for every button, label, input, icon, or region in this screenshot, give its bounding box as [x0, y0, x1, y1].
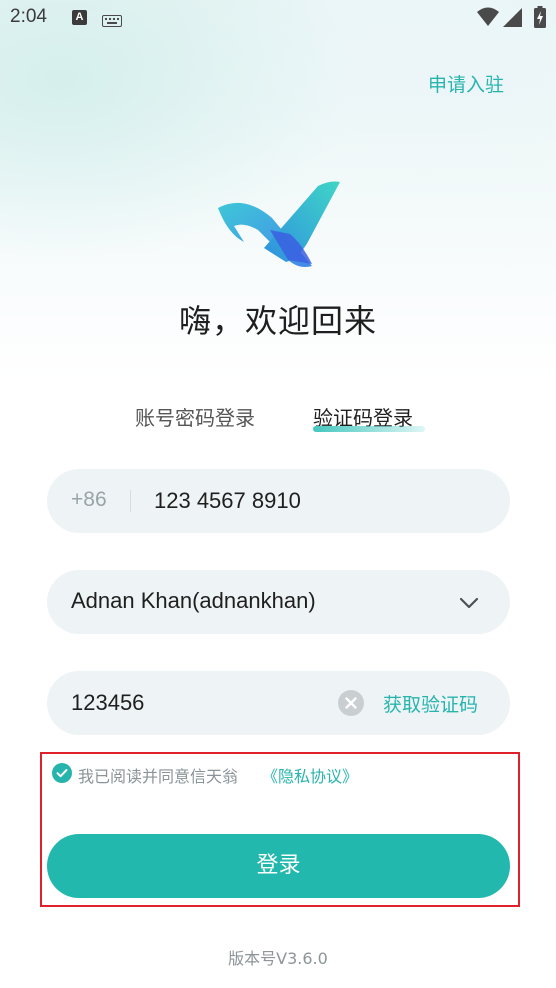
version-label: 版本号V3.6.0 — [228, 949, 328, 968]
verification-code-field: 获取验证码 — [47, 671, 510, 735]
tab-password-login[interactable]: 账号密码登录 — [135, 402, 255, 431]
account-selected-value: Adnan Khan(adnankhan) — [71, 588, 316, 613]
active-tab-indicator — [313, 426, 425, 432]
text-notification-icon: A — [72, 10, 87, 25]
login-button[interactable]: 登录 — [47, 834, 510, 898]
country-code[interactable]: +86 — [71, 488, 107, 512]
account-select[interactable]: Adnan Khan(adnankhan) — [47, 570, 510, 634]
chevron-down-icon — [459, 594, 479, 613]
phone-input[interactable] — [154, 469, 454, 533]
welcome-heading: 嗨，欢迎回来 — [178, 302, 377, 340]
status-time: 2:04 — [10, 6, 47, 27]
signal-icon — [503, 8, 523, 31]
phone-field: +86 — [47, 469, 510, 533]
battery-icon — [534, 6, 546, 32]
clear-icon[interactable] — [338, 690, 364, 716]
agreement-checkbox[interactable] — [52, 763, 72, 783]
app-logo — [214, 178, 344, 274]
login-screen: 2:04 A 申请入驻 嗨，欢迎回来 账号密码登录 验证码登录 +86 123 … — [0, 0, 556, 988]
verification-code-input[interactable] — [71, 671, 331, 735]
get-code-button[interactable]: 获取验证码 — [383, 690, 478, 717]
agreement-text: 我已阅读并同意信天翁 — [78, 767, 239, 786]
wifi-icon — [477, 7, 499, 31]
privacy-policy-link[interactable]: 《隐私协议》 — [262, 763, 358, 787]
apply-settle-link[interactable]: 申请入驻 — [428, 70, 504, 97]
status-bar: 2:04 A — [0, 0, 556, 36]
keyboard-icon — [102, 12, 122, 31]
field-divider — [130, 490, 131, 512]
